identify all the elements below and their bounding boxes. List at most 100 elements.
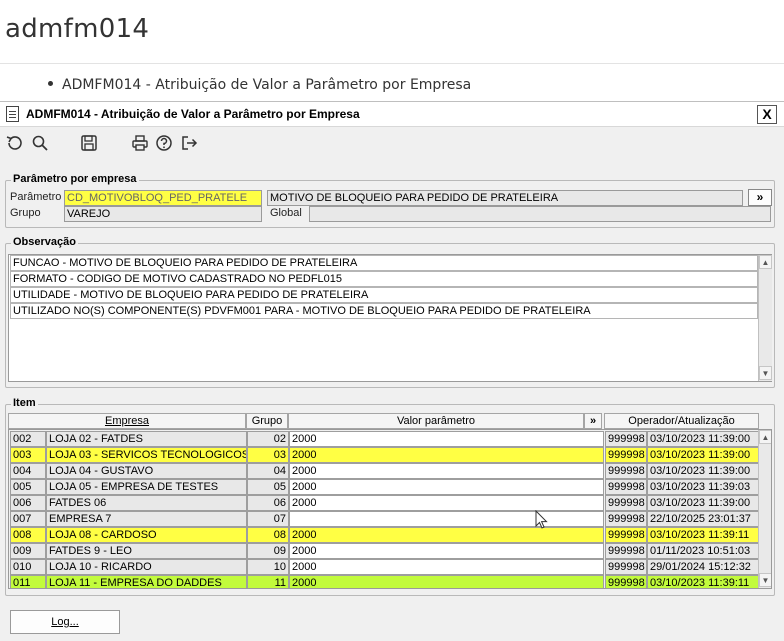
- cell-code: 011: [10, 575, 46, 588]
- column-more-button[interactable]: »: [584, 413, 602, 429]
- cell-valor[interactable]: 2000: [289, 431, 604, 447]
- observation-scrollbar[interactable]: ▲ ▼: [758, 255, 772, 381]
- param-description-field: MOTIVO DE BLOQUEIO PARA PEDIDO DE PRATEL…: [267, 190, 743, 206]
- cell-code: 004: [10, 463, 46, 479]
- cell-empresa: LOJA 03 - SERVICOS TECNOLOGICOS LT: [46, 447, 247, 463]
- cell-code: 003: [10, 447, 46, 463]
- cell-grupo: 10: [247, 559, 289, 575]
- cell-operador: 999998: [605, 543, 647, 559]
- item-grid-scrollbar[interactable]: ▲ ▼: [758, 430, 771, 588]
- table-row[interactable]: 006 FATDES 06 06 2000 999998 03/10/2023 11:39…: [9, 495, 759, 511]
- table-row[interactable]: 005 LOJA 05 - EMPRESA DE TESTES 05 2000 9999…: [9, 479, 759, 495]
- cell-data: 03/10/2023 11:39:00: [647, 463, 759, 479]
- observation-line: UTILIDADE - MOTIVO DE BLOQUEIO PARA PEDI…: [10, 287, 758, 303]
- cell-data: 29/01/2024 15:12:32: [647, 559, 759, 575]
- document-icon: [6, 106, 19, 122]
- column-header-grupo[interactable]: Grupo: [246, 413, 288, 429]
- column-header-empresa[interactable]: Empresa: [8, 413, 246, 429]
- cell-operador: 999998: [605, 559, 647, 575]
- toolbar: [0, 128, 784, 158]
- table-row[interactable]: 003 LOJA 03 - SERVICOS TECNOLOGICOS LT 03 2…: [9, 447, 759, 463]
- cell-grupo: 08: [247, 527, 289, 543]
- scroll-up-arrow-icon[interactable]: ▲: [759, 255, 772, 269]
- column-header-operador[interactable]: Operador/Atualização: [604, 413, 759, 429]
- help-icon[interactable]: [155, 134, 173, 152]
- cell-data: 03/10/2023 11:39:00: [647, 495, 759, 511]
- param-group-title: Parâmetro por empresa: [11, 173, 139, 185]
- log-button[interactable]: Log...: [10, 610, 120, 634]
- table-row[interactable]: 008 LOJA 08 - CARDOSO 08 2000 999998 03/10/20…: [9, 527, 759, 543]
- scroll-down-arrow-icon[interactable]: ▼: [759, 366, 772, 380]
- cell-operador: 999998: [605, 463, 647, 479]
- observation-line: FUNCAO - MOTIVO DE BLOQUEIO PARA PEDIDO …: [10, 255, 758, 271]
- scroll-down-arrow-icon[interactable]: ▼: [759, 573, 771, 587]
- cell-empresa: LOJA 10 - RICARDO: [46, 559, 247, 575]
- cell-data: 03/10/2023 11:39:11: [647, 575, 759, 588]
- close-button[interactable]: X: [757, 105, 777, 124]
- cell-data: 22/10/2025 23:01:37: [647, 511, 759, 527]
- cell-code: 008: [10, 527, 46, 543]
- cell-grupo: 07: [247, 511, 289, 527]
- table-row[interactable]: 011 LOJA 11 - EMPRESA DO DADDES 11 2000 9999…: [9, 575, 759, 588]
- cell-valor[interactable]: 2000: [289, 559, 604, 575]
- cell-valor[interactable]: 2000: [289, 575, 604, 588]
- print-icon[interactable]: [131, 134, 149, 152]
- table-row[interactable]: 009 FATDES 9 - LEO 09 2000 999998 01/11/2023 …: [9, 543, 759, 559]
- cell-data: 03/10/2023 11:39:00: [647, 431, 759, 447]
- cell-operador: 999998: [605, 479, 647, 495]
- cell-code: 002: [10, 431, 46, 447]
- cell-empresa: FATDES 06: [46, 495, 247, 511]
- cell-empresa: LOJA 04 - GUSTAVO: [46, 463, 247, 479]
- column-header-empresa-label: Empresa: [104, 415, 150, 427]
- cell-operador: 999998: [605, 447, 647, 463]
- cell-valor[interactable]: 2000: [289, 527, 604, 543]
- observation-textarea[interactable]: FUNCAO - MOTIVO DE BLOQUEIO PARA PEDIDO …: [8, 254, 772, 382]
- global-label: Global: [270, 207, 302, 219]
- cell-data: 03/10/2023 11:39:03: [647, 479, 759, 495]
- cell-operador: 999998: [605, 495, 647, 511]
- cell-valor[interactable]: 2000: [289, 479, 604, 495]
- cell-code: 009: [10, 543, 46, 559]
- search-icon[interactable]: [31, 134, 49, 152]
- page-title: admfm014: [5, 14, 150, 44]
- param-more-button[interactable]: »: [748, 189, 772, 206]
- observation-line: FORMATO - CODIGO DE MOTIVO CADASTRADO NO…: [10, 271, 758, 287]
- exit-icon[interactable]: [180, 134, 198, 152]
- bullet-text: ADMFM014 - Atribuição de Valor a Parâmet…: [62, 77, 472, 93]
- title-divider: [0, 63, 784, 64]
- param-code-field[interactable]: CD_MOTIVOBLOQ_PED_PRATELE: [64, 190, 262, 206]
- cell-code: 007: [10, 511, 46, 527]
- bullet-dot: [48, 80, 53, 86]
- cell-grupo: 11: [247, 575, 289, 588]
- scroll-up-arrow-icon[interactable]: ▲: [759, 430, 771, 444]
- cell-valor[interactable]: 2000: [289, 463, 604, 479]
- item-grid: 002 LOJA 02 - FATDES 02 2000 999998 03/10/202…: [8, 429, 772, 589]
- observation-line: UTILIZADO NO(S) COMPONENTE(S) PDVFM001 P…: [10, 303, 758, 319]
- cell-valor[interactable]: [289, 511, 604, 527]
- cell-empresa: EMPRESA 7: [46, 511, 247, 527]
- cell-valor[interactable]: 2000: [289, 543, 604, 559]
- cell-valor[interactable]: 2000: [289, 447, 604, 463]
- cell-valor[interactable]: 2000: [289, 495, 604, 511]
- cell-grupo: 06: [247, 495, 289, 511]
- bullet-item: ADMFM014 - Atribuição de Valor a Parâmet…: [48, 77, 471, 93]
- window-titlebar: ADMFM014 - Atribuição de Valor a Parâmet…: [0, 102, 784, 127]
- table-row[interactable]: 007 EMPRESA 7 07 999998 22/10/2025 23:01:37: [9, 511, 759, 527]
- cell-grupo: 09: [247, 543, 289, 559]
- save-icon[interactable]: [80, 134, 98, 152]
- table-row[interactable]: 004 LOJA 04 - GUSTAVO 04 2000 999998 03/10/20…: [9, 463, 759, 479]
- cell-operador: 999998: [605, 527, 647, 543]
- table-row[interactable]: 002 LOJA 02 - FATDES 02 2000 999998 03/10/202…: [9, 431, 759, 447]
- log-button-label: Log...: [51, 616, 79, 628]
- cell-code: 010: [10, 559, 46, 575]
- window-title: ADMFM014 - Atribuição de Valor a Parâmet…: [26, 107, 360, 121]
- group-field: VAREJO: [64, 206, 262, 222]
- group-label: Grupo: [10, 207, 41, 219]
- column-header-valor[interactable]: Valor parâmetro: [288, 413, 584, 429]
- cell-empresa: LOJA 11 - EMPRESA DO DADDES: [46, 575, 247, 588]
- cell-data: 03/10/2023 11:39:00: [647, 447, 759, 463]
- table-row[interactable]: 010 LOJA 10 - RICARDO 10 2000 999998 29/01/20…: [9, 559, 759, 575]
- undo-icon[interactable]: [5, 134, 23, 152]
- cell-empresa: LOJA 05 - EMPRESA DE TESTES: [46, 479, 247, 495]
- cell-code: 005: [10, 479, 46, 495]
